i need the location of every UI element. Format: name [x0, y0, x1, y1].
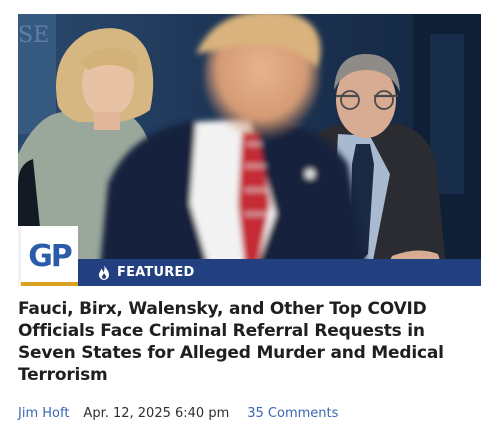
gp-logo[interactable]: GP: [18, 226, 78, 286]
featured-badge[interactable]: FEATURED: [78, 259, 481, 286]
article-headline[interactable]: Fauci, Birx, Walensky, and Other Top COV…: [18, 298, 486, 386]
hero-image[interactable]: SE: [18, 14, 481, 286]
author-link[interactable]: Jim Hoft: [18, 406, 69, 421]
flame-icon: [97, 264, 111, 281]
comments-link[interactable]: 35 Comments: [247, 406, 338, 421]
article-card[interactable]: SE GP FEATURED Fauci, Birx, Walensky, an…: [0, 0, 499, 428]
gp-logo-text: GP: [28, 239, 73, 274]
backdrop-text: SE: [18, 23, 49, 48]
press-briefing-photo: SE: [18, 14, 481, 286]
article-meta: Jim Hoft Apr. 12, 2025 6:40 pm 35 Commen…: [18, 404, 338, 422]
publish-date: Apr. 12, 2025 6:40 pm: [83, 405, 230, 421]
featured-label: FEATURED: [117, 265, 195, 280]
gp-logo-underline: [21, 282, 78, 286]
